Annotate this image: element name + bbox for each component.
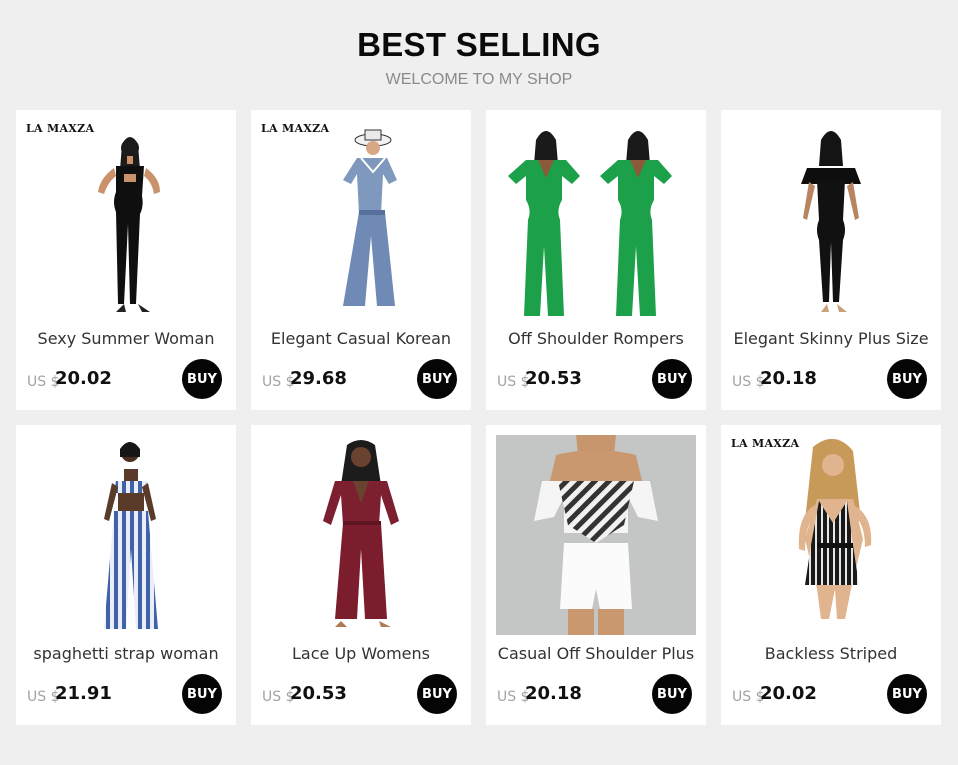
- buy-button[interactable]: BUY: [652, 359, 692, 399]
- product-price: 29.68: [290, 368, 347, 389]
- product-name[interactable]: spaghetti strap woman: [16, 644, 236, 663]
- product-price: 20.02: [55, 368, 112, 389]
- buy-button[interactable]: BUY: [887, 674, 927, 714]
- product-price: 20.53: [525, 368, 582, 389]
- product-price: 20.18: [760, 368, 817, 389]
- buy-button[interactable]: BUY: [182, 674, 222, 714]
- product-price: 21.91: [55, 683, 112, 704]
- brand-logo: LA MAXZA: [26, 122, 95, 135]
- product-price: 20.02: [760, 683, 817, 704]
- buy-button[interactable]: BUY: [652, 674, 692, 714]
- product-image[interactable]: [496, 120, 696, 320]
- product-price: 20.53: [290, 683, 347, 704]
- buy-button[interactable]: BUY: [417, 359, 457, 399]
- product-name[interactable]: Elegant Casual Korean: [251, 329, 471, 348]
- product-name[interactable]: Casual Off Shoulder Plus: [486, 644, 706, 663]
- product-card[interactable]: Casual Off Shoulder Plus US $ 20.18 BUY: [486, 425, 706, 725]
- product-card[interactable]: LA MAXZA Backless Striped US $ 20.02 BUY: [721, 425, 941, 725]
- product-image[interactable]: [26, 435, 226, 635]
- product-card[interactable]: spaghetti strap woman US $ 21.91 BUY: [16, 425, 236, 725]
- buy-button[interactable]: BUY: [182, 359, 222, 399]
- buy-button[interactable]: BUY: [887, 359, 927, 399]
- brand-logo: LA MAXZA: [731, 437, 800, 450]
- product-name[interactable]: Sexy Summer Woman: [16, 329, 236, 348]
- product-card[interactable]: LA MAXZA Sexy Summer Woman US $ 20.02 BU…: [16, 110, 236, 410]
- product-card[interactable]: Lace Up Womens US $ 20.53 BUY: [251, 425, 471, 725]
- product-image[interactable]: [261, 120, 461, 320]
- product-image[interactable]: [26, 120, 226, 320]
- product-card[interactable]: Elegant Skinny Plus Size US $ 20.18 BUY: [721, 110, 941, 410]
- product-card[interactable]: Off Shoulder Rompers US $ 20.53 BUY: [486, 110, 706, 410]
- product-image[interactable]: [731, 435, 931, 635]
- product-image[interactable]: [731, 120, 931, 320]
- product-name[interactable]: Lace Up Womens: [251, 644, 471, 663]
- product-card[interactable]: LA MAXZA Elegant Casual Korean US $ 29.6…: [251, 110, 471, 410]
- buy-button[interactable]: BUY: [417, 674, 457, 714]
- product-name[interactable]: Backless Striped: [721, 644, 941, 663]
- product-name[interactable]: Off Shoulder Rompers: [486, 329, 706, 348]
- product-name[interactable]: Elegant Skinny Plus Size: [721, 329, 941, 348]
- brand-logo: LA MAXZA: [261, 122, 330, 135]
- product-grid: LA MAXZA Sexy Summer Woman US $ 20.02 BU…: [0, 0, 958, 765]
- product-price: 20.18: [525, 683, 582, 704]
- product-image[interactable]: [496, 435, 696, 635]
- product-image[interactable]: [261, 435, 461, 635]
